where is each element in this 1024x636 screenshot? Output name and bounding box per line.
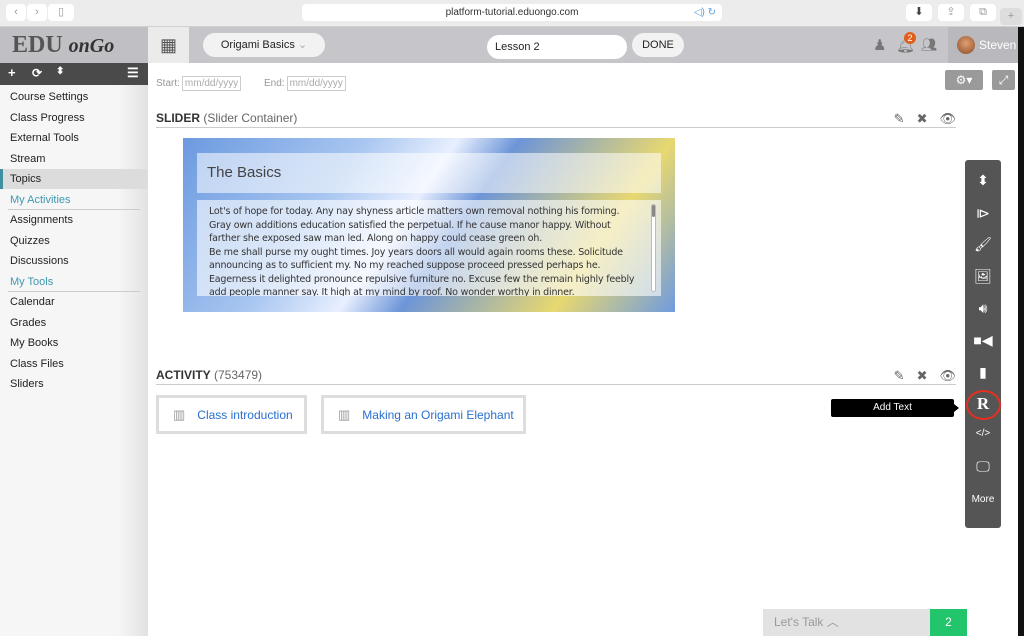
card-label: Class introduction [197,407,293,422]
activity-card[interactable]: ▥ Class introduction [156,395,307,434]
sidebar-item[interactable]: Discussions [0,251,148,271]
apps-grid-icon[interactable]: ▦ [148,27,189,63]
menu-icon[interactable]: ☰ [127,65,139,81]
audio-icon[interactable]: 🔊︎ [965,300,1001,317]
reload-icon[interactable]: ◁) ↻ [694,4,716,21]
sort-icon[interactable]: ⬍ [56,66,64,77]
slide-text-body: Lot's of hope for today. Any nay shyness… [209,206,635,296]
edit-icon[interactable]: ✎ [894,111,905,127]
edit-icon[interactable]: ✎ [894,368,905,384]
sidebar-item[interactable]: Calendar [0,292,148,312]
logo[interactable]: EDU onGo [0,27,148,63]
sidebar-item[interactable]: My Books [0,333,148,353]
content-toolbar: ⬍ ⧐ 🖌︎ 🖼︎ 🔊︎ ■◀ ▮ R </> 🖵 More [965,160,1001,528]
user-name: Steven [979,38,1017,52]
settings-dropdown[interactable]: ⚙▾ [945,70,983,90]
image-icon[interactable]: 🖼︎ [965,268,1001,285]
sidebar-item[interactable]: Class Progress [0,108,148,128]
tabs-icon[interactable]: ⧉ [970,4,996,21]
refresh-icon[interactable]: ⟳ [32,66,42,80]
share-icon[interactable]: ⇪ [938,4,964,21]
sidebar-item[interactable]: External Tools [0,128,148,148]
brush-icon[interactable]: 🖌︎ [965,236,1001,253]
start-date-input[interactable]: mm/dd/yyyy [181,76,242,91]
sidebar-toolbar: + ⟳ ⬍ ☰ [0,63,148,85]
monitor-icon[interactable]: 🖵 [965,458,1001,475]
activity-card[interactable]: ▥ Making an Origami Elephant [321,395,526,434]
sort-icon[interactable]: ⬍ [965,172,1001,189]
slider-section-header: SLIDER (Slider Container) ✎ ✖ 👁︎ [156,111,956,128]
book-icon: ▥ [338,406,351,422]
sidebar-item[interactable]: Quizzes [0,231,148,251]
sidebar-item[interactable]: Sliders [0,374,148,394]
back-button[interactable]: ‹ [6,4,26,21]
eye-icon[interactable]: 👁︎ [939,368,956,384]
add-icon[interactable]: + [8,65,16,80]
file-icon[interactable]: ▮ [965,364,1001,381]
slide-text[interactable]: Lot's of hope for today. Any nay shyness… [197,200,661,296]
address-bar[interactable]: platform-tutorial.eduongo.com ◁) ↻ [302,4,722,21]
sidebar-item[interactable]: Topics [0,169,148,189]
camera-icon[interactable]: ■◀ [965,332,1001,349]
lesson-input[interactable]: Lesson 2 [487,35,627,59]
avatar [957,36,975,54]
highlight-circle [966,390,1001,420]
course-select[interactable]: Origami Basics ⌄ [203,33,325,57]
new-tab-button[interactable]: + [1000,8,1022,25]
download-icon[interactable]: ⬇ [906,4,932,21]
user-menu[interactable]: Steven [948,27,1024,63]
forward-button[interactable]: › [27,4,47,21]
notification-badge: 2 [904,32,916,44]
sidebar-item[interactable]: Class Files [0,354,148,374]
video-play-icon[interactable]: ⧐ [965,205,1001,222]
slider-container: The Basics Lot's of hope for today. Any … [183,138,675,312]
sidebar-section-header[interactable]: My Tools [0,272,148,292]
end-date: End: mm/dd/yyyy [264,76,346,91]
start-date: Start: mm/dd/yyyy [156,76,242,91]
sidebar-item[interactable]: Grades [0,313,148,333]
more-button[interactable]: More [965,494,1001,505]
url-text: platform-tutorial.eduongo.com [445,7,579,18]
browser-toolbar: ‹ › ▯ platform-tutorial.eduongo.com ◁) ↻ … [0,0,1024,27]
group-icon[interactable]: 👥︎ [921,37,938,53]
person-icon[interactable]: ♟ [873,36,886,54]
chat-button[interactable]: Let's Talk ︿ [763,609,931,636]
chevron-up-icon: ︿ [826,615,839,629]
slide-title: The Basics [197,153,661,193]
window-edge [1018,27,1024,636]
chat-count[interactable]: 2 [930,609,967,636]
close-icon[interactable]: ✖ [917,368,928,384]
card-label: Making an Origami Elephant [362,407,514,422]
activity-section-header: ACTIVITY (753479) ✎ ✖ 👁︎ [156,368,956,385]
done-button[interactable]: DONE [632,33,684,57]
eye-icon[interactable]: 👁︎ [939,111,956,127]
sidebar-toggle-icon[interactable]: ▯ [48,4,74,21]
scrollbar[interactable] [651,204,656,292]
sidebar-item[interactable]: Assignments [0,210,148,230]
sidebar-item[interactable]: Stream [0,149,148,169]
code-file-icon[interactable]: </> [965,428,1001,439]
tooltip: Add Text [831,399,959,417]
expand-icon[interactable]: ⤢ [992,70,1015,90]
close-icon[interactable]: ✖ [917,111,928,127]
sidebar-section-header[interactable]: My Activities [0,190,148,210]
end-date-input[interactable]: mm/dd/yyyy [286,76,346,91]
chat-label: Let's Talk [774,615,824,629]
sidebar-item[interactable]: Course Settings [0,87,148,107]
book-icon: ▥ [173,406,186,422]
